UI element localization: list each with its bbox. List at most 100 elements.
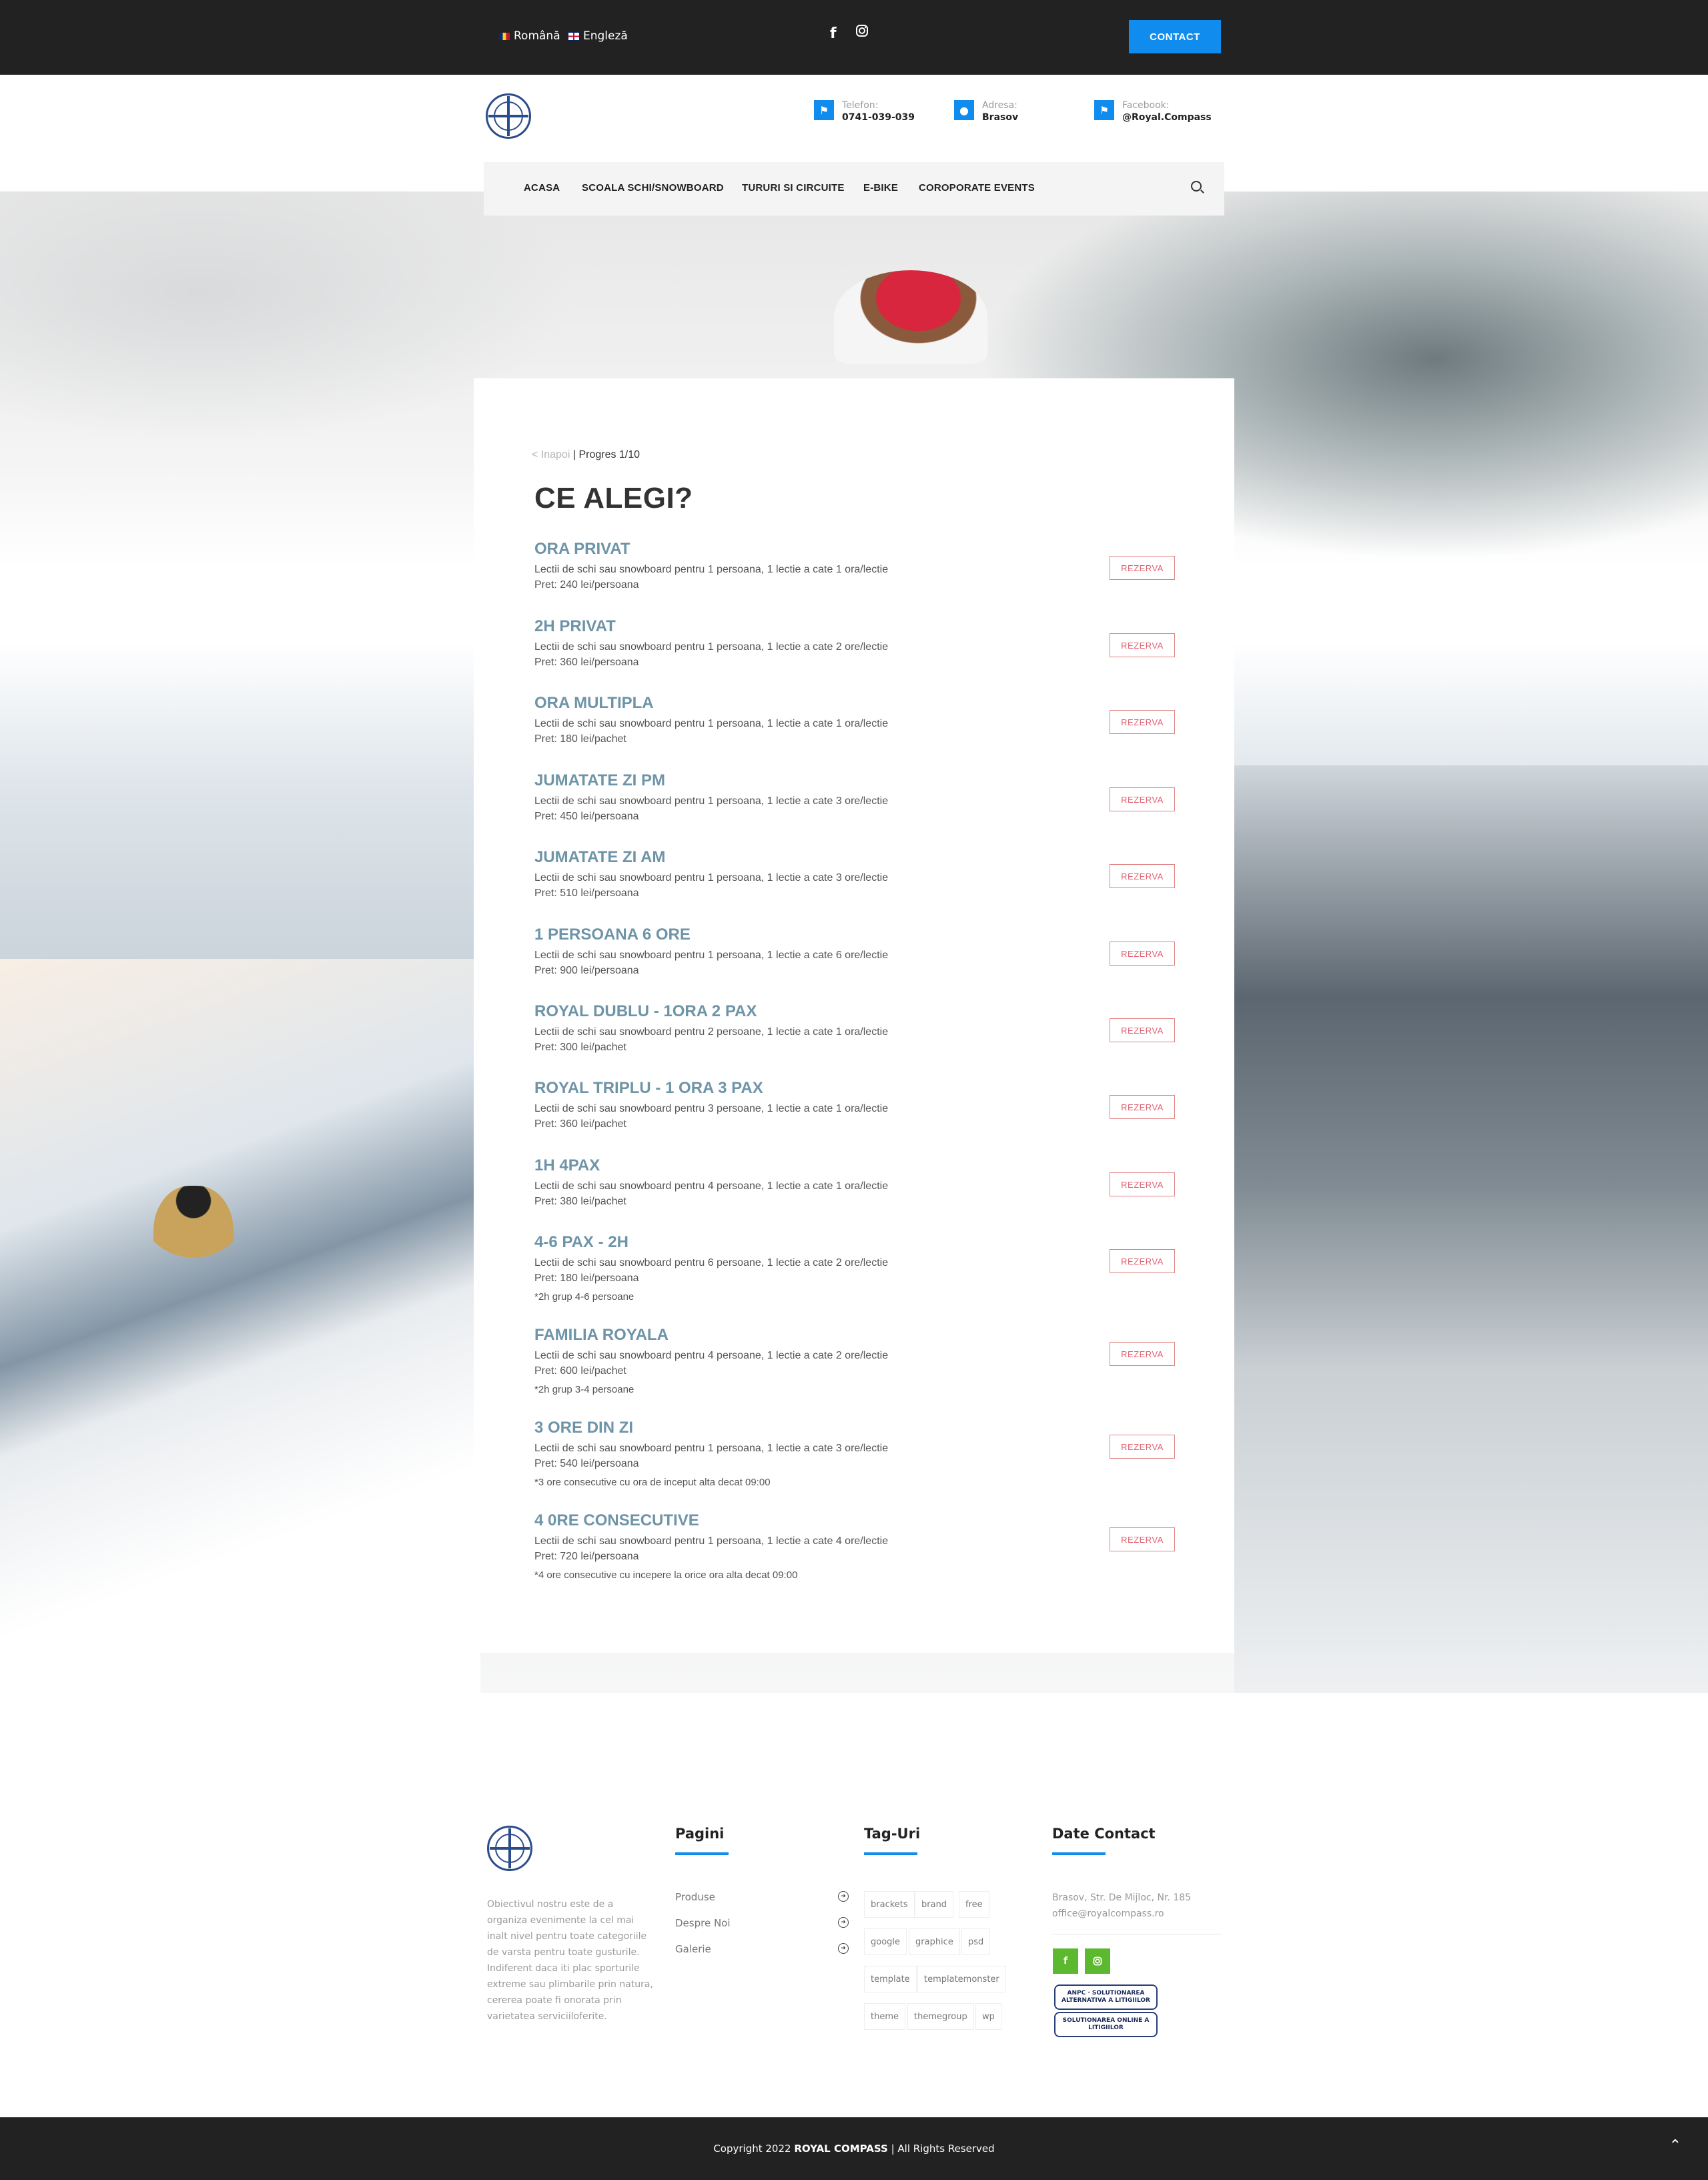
phone-label: Telefon: [842, 100, 879, 111]
main-nav: ACASA SCOALA SCHI/SNOWBOARD TURURI SI CI… [484, 162, 1224, 216]
option-title: JUMATATE ZI AM [534, 848, 666, 866]
tag-themegroup[interactable]: themegroup [907, 2003, 974, 2030]
arrow-right-icon: ➜ [838, 1943, 849, 1954]
facebook-label: Facebook: [1122, 100, 1170, 111]
option-description: Lectii de schi sau snowboard pentru 2 pe… [534, 1026, 889, 1053]
top-bar: Română Engleză f CONTACT [0, 0, 1708, 75]
option-note: *3 ore consecutive cu ora de inceput alt… [534, 1477, 771, 1488]
nav-item-e-bike[interactable]: E-BIKE [863, 182, 898, 194]
flag-icon: ⚑ [1094, 100, 1114, 120]
nav-item-acasa[interactable]: ACASA [524, 182, 560, 194]
tag-psd[interactable]: psd [961, 1928, 991, 1955]
reserve-button[interactable]: REZERVA [1110, 864, 1175, 888]
reserve-button[interactable]: REZERVA [1110, 1435, 1175, 1459]
option-title: 3 ORE DIN ZI [534, 1419, 634, 1437]
option-title: 2H PRIVAT [534, 617, 616, 635]
facebook-info: ⚑ Facebook: @Royal.Compass [1094, 100, 1212, 123]
tag-graphice[interactable]: graphice [909, 1928, 960, 1955]
option-item: ROYAL DUBLU - 1ORA 2 PAX Lectii de schi … [534, 1002, 1175, 1055]
sol-badge[interactable]: SOLUTIONAREA ONLINE A LITIGIILOR [1054, 2012, 1158, 2037]
footer-tags-heading: Tag-Uri [864, 1826, 921, 1855]
reserve-button[interactable]: REZERVA [1110, 710, 1175, 734]
flag-icon: ⚑ [814, 100, 834, 120]
footer-link-despre-noi[interactable]: Despre Noi ➜ [675, 1917, 849, 1929]
option-description: Lectii de schi sau snowboard pentru 4 pe… [534, 1180, 889, 1207]
breadcrumb-separator: | [570, 449, 579, 460]
option-title: FAMILIA ROYALA [534, 1326, 669, 1344]
instagram-icon[interactable] [1085, 1948, 1110, 1974]
option-item: 3 ORE DIN ZI Lectii de schi sau snowboar… [534, 1419, 1175, 1488]
option-title: ORA PRIVAT [534, 540, 630, 558]
footer-pages-heading: Pagini [675, 1826, 729, 1855]
reserve-button[interactable]: REZERVA [1110, 942, 1175, 966]
tag-brand[interactable]: brand [915, 1891, 954, 1918]
copyright-bar: Copyright 2022 ROYAL COMPASS | All Right… [0, 2117, 1708, 2180]
reserve-button[interactable]: REZERVA [1110, 1018, 1175, 1042]
footer-email[interactable]: office@royalcompass.ro [1052, 1906, 1191, 1922]
contact-button[interactable]: CONTACT [1129, 20, 1221, 53]
tag-wp[interactable]: wp [975, 2003, 1001, 2030]
language-romanian-label: Română [514, 29, 560, 43]
booking-card: < Inapoi | Progres 1/10 CE ALEGI? ORA PR… [474, 378, 1234, 1653]
reserve-button[interactable]: REZERVA [1110, 1095, 1175, 1119]
nav-item-scoala-schi[interactable]: SCOALA SCHI/SNOWBOARD [582, 182, 724, 194]
anpc-sal-badge[interactable]: ANPC · SOLUTIONAREA ALTERNATIVA A LITIGI… [1054, 1984, 1158, 2010]
option-title: 4 0RE CONSECUTIVE [534, 1511, 699, 1529]
search-icon[interactable] [1191, 181, 1202, 192]
footer-link-galerie[interactable]: Galerie ➜ [675, 1943, 849, 1955]
reserve-button[interactable]: REZERVA [1110, 1342, 1175, 1366]
facebook-icon[interactable]: f [1053, 1948, 1078, 1974]
language-english[interactable]: Engleză [568, 29, 628, 43]
reserve-button[interactable]: REZERVA [1110, 633, 1175, 657]
option-item: FAMILIA ROYALA Lectii de schi sau snowbo… [534, 1326, 1175, 1395]
option-description: Lectii de schi sau snowboard pentru 1 pe… [534, 641, 889, 668]
option-description: Lectii de schi sau snowboard pentru 1 pe… [534, 564, 889, 591]
phone-value[interactable]: 0741-039-039 [842, 112, 915, 123]
tag-theme[interactable]: theme [864, 2003, 905, 2030]
tag-template[interactable]: template [864, 1966, 917, 1992]
option-item: 1H 4PAX Lectii de schi sau snowboard pen… [534, 1156, 1175, 1209]
instagram-icon[interactable] [855, 24, 869, 41]
option-title: 1H 4PAX [534, 1156, 600, 1174]
option-title: 4-6 PAX - 2H [534, 1233, 628, 1251]
option-note: *2h grup 3-4 persoane [534, 1384, 634, 1395]
tag-brackets[interactable]: brackets [864, 1891, 915, 1918]
reserve-button[interactable]: REZERVA [1110, 787, 1175, 811]
option-note: *2h grup 4-6 persoane [534, 1291, 634, 1303]
tag-templatemonster[interactable]: templatemonster [917, 1966, 1006, 1992]
mountain-image-right [1234, 765, 1708, 1693]
language-romanian[interactable]: Română [499, 29, 560, 43]
option-item: 2H PRIVAT Lectii de schi sau snowboard p… [534, 617, 1175, 670]
tag-free[interactable]: free [959, 1891, 989, 1918]
option-description: Lectii de schi sau snowboard pentru 1 pe… [534, 1443, 889, 1469]
footer-logo[interactable] [487, 1826, 532, 1871]
arrow-right-icon: ➜ [838, 1891, 849, 1902]
option-title: JUMATATE ZI PM [534, 771, 665, 789]
phone-info: ⚑ Telefon: 0741-039-039 [814, 100, 915, 123]
option-item: 4-6 PAX - 2H Lectii de schi sau snowboar… [534, 1233, 1175, 1303]
back-link[interactable]: < Inapoi [532, 449, 570, 460]
reserve-button[interactable]: REZERVA [1110, 556, 1175, 580]
option-title: 1 PERSOANA 6 ORE [534, 926, 691, 944]
option-item: ORA MULTIPLA Lectii de schi sau snowboar… [534, 694, 1175, 747]
progress-text: Progres 1/10 [578, 449, 640, 460]
reserve-button[interactable]: REZERVA [1110, 1249, 1175, 1273]
map-pin-icon: ● [954, 100, 974, 120]
option-item: 4 0RE CONSECUTIVE Lectii de schi sau sno… [534, 1511, 1175, 1581]
footer-link-produse[interactable]: Produse ➜ [675, 1891, 849, 1903]
nav-item-tururi[interactable]: TURURI SI CIRCUITE [742, 182, 845, 194]
tag-google[interactable]: google [864, 1928, 907, 1955]
skier-helmet-image [834, 270, 987, 364]
mountain-image-left [0, 959, 480, 1693]
facebook-value[interactable]: @Royal.Compass [1122, 112, 1212, 123]
royal-compass-logo[interactable] [486, 93, 531, 139]
chevron-up-icon[interactable]: ⌃ [1669, 2137, 1681, 2154]
facebook-icon[interactable]: f [830, 25, 837, 42]
reserve-button[interactable]: REZERVA [1110, 1172, 1175, 1196]
nav-item-corporate-events[interactable]: COROPORATE EVENTS [919, 182, 1035, 194]
option-description: Lectii de schi sau snowboard pentru 3 pe… [534, 1103, 889, 1130]
reserve-button[interactable]: REZERVA [1110, 1527, 1175, 1551]
uk-flag-icon [568, 31, 580, 41]
romania-flag-icon [499, 32, 510, 40]
option-item: ORA PRIVAT Lectii de schi sau snowboard … [534, 540, 1175, 593]
